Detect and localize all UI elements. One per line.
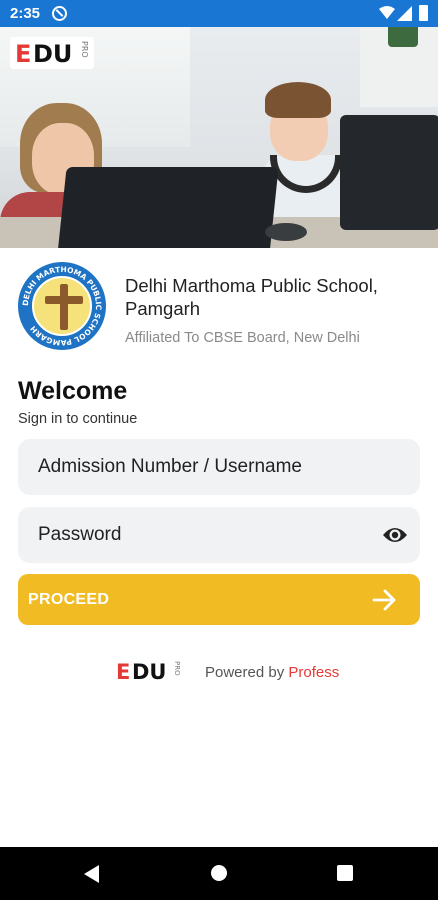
home-circle-icon[interactable]	[211, 865, 227, 881]
back-triangle-icon[interactable]	[84, 865, 99, 883]
eye-icon[interactable]	[382, 524, 408, 546]
wifi-icon	[379, 6, 395, 19]
recent-apps-square-icon[interactable]	[337, 865, 353, 881]
cross-icon	[60, 284, 68, 330]
cell-signal-icon	[397, 6, 412, 21]
navigation-bar	[0, 847, 438, 900]
school-affiliation: Affiliated To CBSE Board, New Delhi	[125, 330, 360, 346]
logo-sub: PRO	[80, 41, 89, 58]
proceed-label: PROCEED	[28, 591, 110, 608]
edu-pro-logo: E DU PRO	[10, 37, 94, 69]
logo-e: E	[15, 40, 32, 68]
powered-by-text: Powered by Profess	[205, 664, 339, 681]
battery-icon	[419, 5, 428, 21]
logo-du: DU	[33, 40, 73, 68]
page-subtitle: Sign in to continue	[18, 411, 138, 427]
arrow-right-icon	[372, 589, 396, 611]
status-bar: 2:35	[0, 0, 438, 27]
username-input[interactable]	[18, 439, 420, 495]
powered-by-brand[interactable]: Profess	[288, 664, 339, 681]
page-title: Welcome	[18, 377, 128, 405]
username-field[interactable]	[18, 439, 420, 495]
powered-by-prefix: Powered by	[205, 664, 285, 681]
school-name: Delhi Marthoma Public School, Pamgarh	[125, 275, 378, 319]
password-input[interactable]	[18, 507, 420, 563]
proceed-button[interactable]: PROCEED	[18, 574, 420, 625]
status-time: 2:35	[10, 5, 41, 22]
do-not-disturb-icon	[52, 6, 67, 21]
password-field[interactable]	[18, 507, 420, 563]
footer-edu-pro-logo: E DU PRO	[116, 660, 181, 684]
school-logo: DELHI MARTHOMA PUBLIC SCHOOL PAMGARH	[18, 262, 106, 350]
